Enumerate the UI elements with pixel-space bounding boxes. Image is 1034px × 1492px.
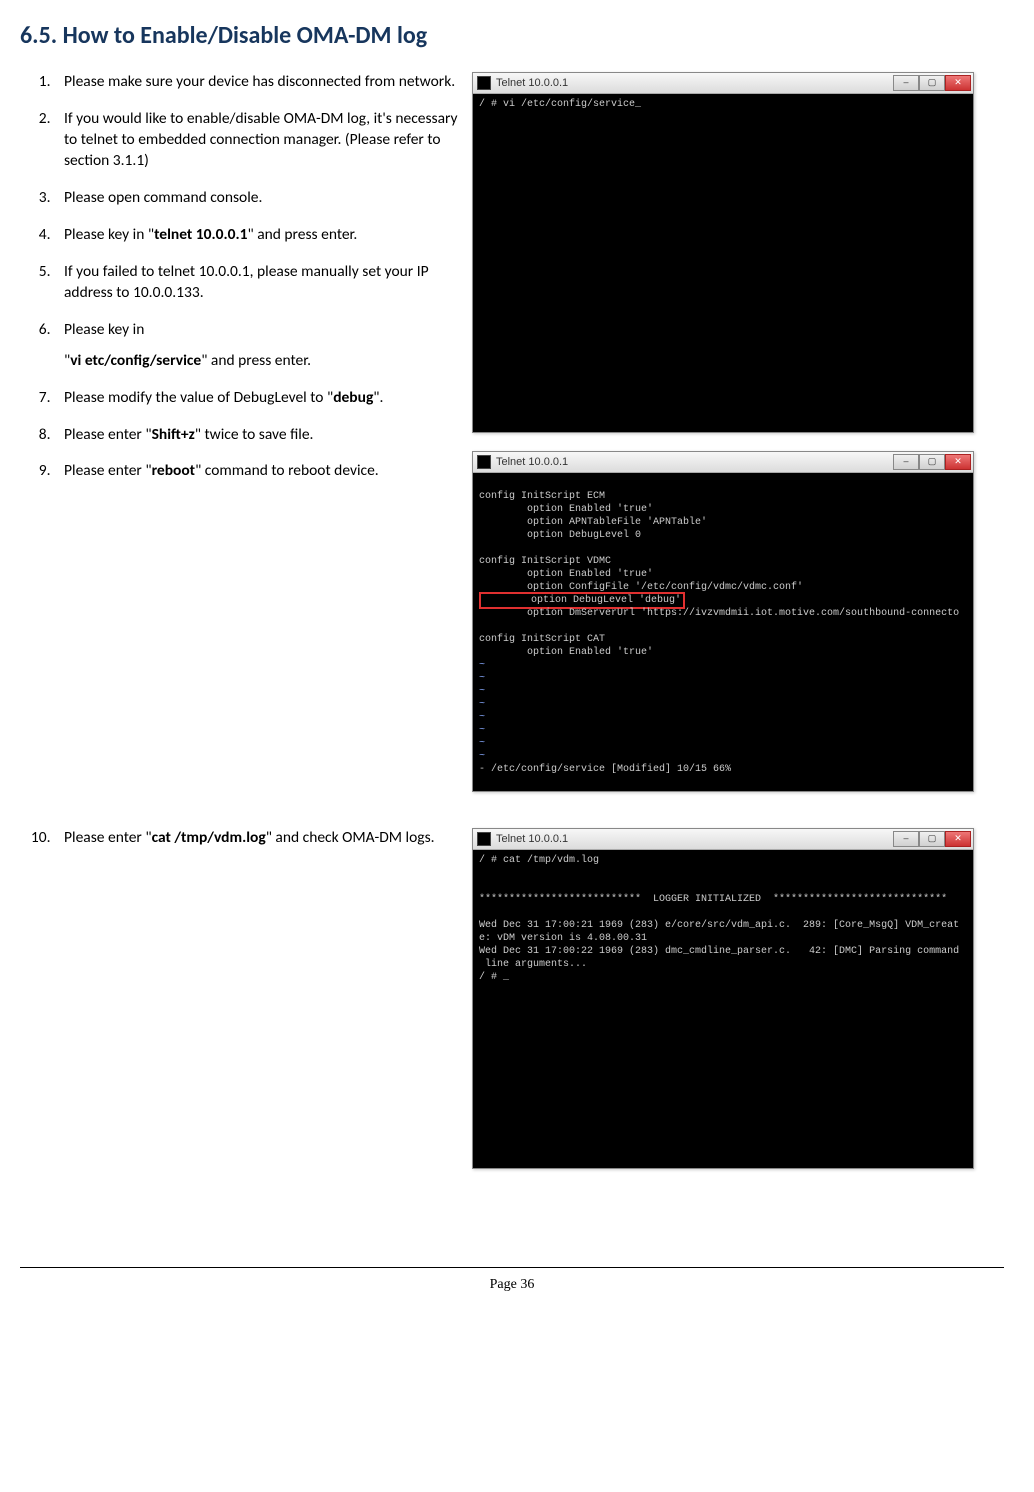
step-4: Please key in "telnet 10.0.0.1" and pres… [54, 225, 460, 246]
screenshots-col-1: Telnet 10.0.0.1 – ▢ ✕ / # vi /etc/config… [472, 72, 1004, 810]
step-1: Please make sure your device has disconn… [54, 72, 460, 93]
steps-col-2: Please enter "cat /tmp/vdm.log" and chec… [20, 828, 460, 1187]
window-icon [477, 455, 491, 469]
telnet-window-2: Telnet 10.0.0.1 – ▢ ✕ config InitScript … [472, 451, 974, 792]
step-5: If you failed to telnet 10.0.0.1, please… [54, 262, 460, 304]
maximize-button[interactable]: ▢ [919, 454, 945, 470]
window-titlebar: Telnet 10.0.0.1 – ▢ ✕ [473, 452, 973, 473]
step-9-post: " command to reboot device. [195, 461, 379, 480]
step-7-pre: Please modify the value of DebugLevel to… [64, 388, 333, 407]
t2-status: - /etc/config/service [Modified] 10/15 6… [479, 764, 731, 775]
step-4-pre: Please key in " [64, 225, 154, 244]
section-heading: 6.5. How to Enable/Disable OMA-DM log [20, 20, 1004, 52]
page-number: Page 36 [20, 1276, 1004, 1295]
step-7-cmd: debug [333, 388, 373, 407]
screenshots-col-2: Telnet 10.0.0.1 – ▢ ✕ / # cat /tmp/vdm.l… [472, 828, 1004, 1187]
block-2: Please enter "cat /tmp/vdm.log" and chec… [20, 828, 1004, 1187]
t3-lines: / # cat /tmp/vdm.log *******************… [479, 855, 959, 983]
step-10-pre: Please enter " [64, 828, 152, 847]
close-button[interactable]: ✕ [945, 75, 971, 91]
t2-tildes: ~ ~ ~ ~ ~ ~ ~ ~ [479, 660, 485, 762]
steps-col-1: Please make sure your device has disconn… [20, 72, 460, 810]
step-2: If you would like to enable/disable OMA-… [54, 109, 460, 172]
step-4-post: " and press enter. [247, 225, 357, 244]
step-7: Please modify the value of DebugLevel to… [54, 388, 460, 409]
step-9-cmd: reboot [152, 461, 196, 480]
step-9-pre: Please enter " [64, 461, 152, 480]
step-7-post: ". [373, 388, 383, 407]
step-10: Please enter "cat /tmp/vdm.log" and chec… [54, 828, 460, 849]
window-title: Telnet 10.0.0.1 [496, 832, 893, 847]
step-8-cmd: Shift+z [152, 425, 195, 444]
step-10-post: " and check OMA-DM logs. [266, 828, 435, 847]
step-9: Please enter "reboot" command to reboot … [54, 461, 460, 482]
terminal-body-3: / # cat /tmp/vdm.log *******************… [473, 850, 973, 1168]
step-3: Please open command console. [54, 188, 460, 209]
step-4-cmd: telnet 10.0.0.1 [154, 225, 247, 244]
telnet-window-1: Telnet 10.0.0.1 – ▢ ✕ / # vi /etc/config… [472, 72, 974, 433]
step-8: Please enter "Shift+z" twice to save fil… [54, 425, 460, 446]
step-6-text: Please key in [64, 320, 144, 339]
minimize-button[interactable]: – [893, 454, 919, 470]
window-title: Telnet 10.0.0.1 [496, 76, 893, 91]
step-8-pre: Please enter " [64, 425, 152, 444]
t2-lines: config InitScript ECM option Enabled 'tr… [479, 491, 803, 593]
close-button[interactable]: ✕ [945, 454, 971, 470]
footer-rule [20, 1267, 1004, 1268]
maximize-button[interactable]: ▢ [919, 831, 945, 847]
window-icon [477, 832, 491, 846]
step-6b-post: " and press enter. [201, 351, 311, 370]
step-8-post: " twice to save file. [195, 425, 314, 444]
terminal-body-1: / # vi /etc/config/service_ [473, 94, 973, 432]
step-6b-cmd: vi etc/config/service [70, 351, 201, 370]
highlighted-line: option DebugLevel 'debug' [479, 592, 685, 609]
telnet-window-3: Telnet 10.0.0.1 – ▢ ✕ / # cat /tmp/vdm.l… [472, 828, 974, 1169]
window-titlebar: Telnet 10.0.0.1 – ▢ ✕ [473, 829, 973, 850]
window-icon [477, 76, 491, 90]
t2-after: option DmServerUrl 'https://ivzvmdmii.io… [479, 608, 959, 658]
t1-line: / # vi /etc/config/service_ [479, 99, 641, 110]
minimize-button[interactable]: – [893, 831, 919, 847]
window-title: Telnet 10.0.0.1 [496, 455, 893, 470]
step-6: Please key in "vi etc/config/service" an… [54, 320, 460, 372]
maximize-button[interactable]: ▢ [919, 75, 945, 91]
window-titlebar: Telnet 10.0.0.1 – ▢ ✕ [473, 73, 973, 94]
terminal-body-2: config InitScript ECM option Enabled 'tr… [473, 473, 973, 791]
close-button[interactable]: ✕ [945, 831, 971, 847]
block-1: Please make sure your device has disconn… [20, 72, 1004, 810]
minimize-button[interactable]: – [893, 75, 919, 91]
step-10-cmd: cat /tmp/vdm.log [152, 828, 266, 847]
